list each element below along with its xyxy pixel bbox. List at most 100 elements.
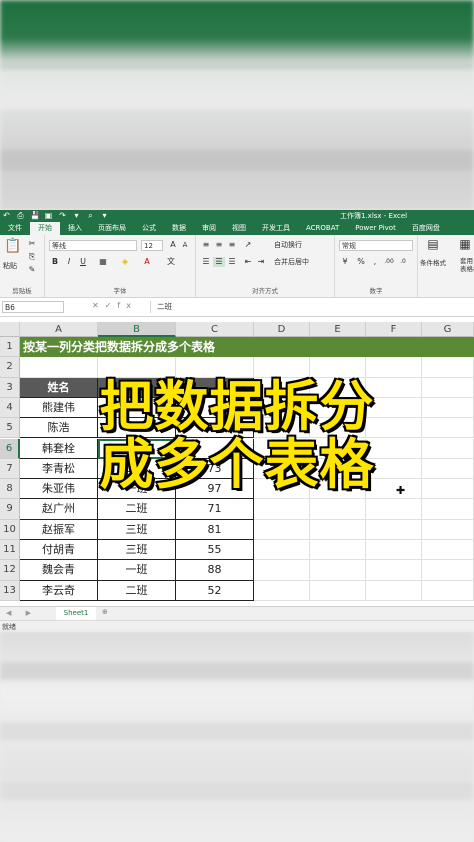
grid-cell[interactable] <box>310 499 366 520</box>
column-header[interactable]: A <box>20 322 98 337</box>
align-bottom-icon[interactable]: ≡ <box>226 240 238 250</box>
enter-icon[interactable]: ✓ <box>105 301 118 310</box>
sheet-nav-arrows[interactable]: ◀ ▶ <box>6 609 37 617</box>
grid-cell[interactable] <box>422 499 474 520</box>
ribbon-tab[interactable]: 页面布局 <box>90 222 134 235</box>
grid-cell[interactable] <box>422 580 474 601</box>
align-left-icon[interactable]: ☰ <box>200 257 212 267</box>
ribbon-tab[interactable]: Power Pivot <box>347 222 404 235</box>
table-cell[interactable]: 魏会青 <box>20 560 98 581</box>
grid-cell[interactable] <box>254 560 310 581</box>
column-header[interactable]: D <box>254 322 310 337</box>
copy-icon[interactable]: ⎘ <box>26 252 38 262</box>
wrap-text-button[interactable]: 自动换行 <box>274 240 302 250</box>
format-as-table-button[interactable]: 套用 表格格 <box>460 257 474 273</box>
increase-indent-icon[interactable]: ⇥ <box>255 257 267 267</box>
increase-decimal-icon[interactable]: .00 <box>383 257 395 267</box>
grid-cell[interactable] <box>254 499 310 520</box>
row-header[interactable]: 9 <box>0 499 20 520</box>
underline-button[interactable]: U <box>77 257 89 267</box>
table-cell[interactable]: 81 <box>176 519 254 540</box>
grid-cell[interactable] <box>422 560 474 581</box>
number-format-select[interactable]: 常规 <box>339 240 413 251</box>
ribbon-tab[interactable]: 插入 <box>60 222 90 235</box>
phonetic-icon[interactable]: 文 <box>165 257 177 267</box>
borders-icon[interactable]: ▦ <box>97 257 109 267</box>
grid-cell[interactable] <box>366 519 422 540</box>
table-cell[interactable]: 三班 <box>98 540 176 561</box>
align-top-icon[interactable]: ≡ <box>200 240 212 250</box>
table-cell[interactable]: 李云奇 <box>20 580 98 601</box>
font-color-icon[interactable]: A <box>141 257 153 267</box>
merge-center-button[interactable]: 合并后居中 <box>274 257 309 267</box>
increase-font-icon[interactable]: A <box>167 240 179 250</box>
grid-cell[interactable] <box>310 540 366 561</box>
column-header[interactable]: C <box>176 322 254 337</box>
quick-access-icon[interactable]: ↶ <box>2 211 11 220</box>
row-header[interactable]: 13 <box>0 580 20 601</box>
grid-cell[interactable] <box>366 540 422 561</box>
grid-cell[interactable] <box>422 540 474 561</box>
ribbon-tab[interactable]: 开发工具 <box>254 222 298 235</box>
percent-icon[interactable]: % <box>355 257 367 267</box>
table-cell[interactable]: 三班 <box>98 519 176 540</box>
column-header[interactable]: G <box>422 322 474 337</box>
table-cell[interactable]: 88 <box>176 560 254 581</box>
select-all-corner[interactable] <box>0 322 20 337</box>
font-name-select[interactable]: 等线 <box>49 240 137 251</box>
fill-color-icon[interactable]: ◈ <box>119 257 131 267</box>
grid-cell[interactable] <box>366 560 422 581</box>
quick-access-icon[interactable]: ⌕ <box>86 211 95 220</box>
ribbon-tab[interactable]: 文件 <box>0 222 30 235</box>
ribbon-tab[interactable]: 公式 <box>134 222 164 235</box>
table-cell[interactable]: 付胡青 <box>20 540 98 561</box>
table-cell[interactable]: 赵振军 <box>20 519 98 540</box>
comma-icon[interactable]: , <box>369 257 381 267</box>
name-box[interactable]: B6 <box>2 301 64 313</box>
formula-input[interactable]: 二班 <box>150 301 474 313</box>
table-cell[interactable]: 一班 <box>98 560 176 581</box>
table-cell[interactable]: 71 <box>176 499 254 520</box>
align-right-icon[interactable]: ☰ <box>226 257 238 267</box>
ribbon-tab[interactable]: 开始 <box>30 222 60 235</box>
column-header[interactable]: F <box>366 322 422 337</box>
ribbon-tab[interactable]: 视图 <box>224 222 254 235</box>
font-size-select[interactable]: 12 <box>141 240 163 251</box>
table-cell[interactable]: 赵广州 <box>20 499 98 520</box>
quick-access-icon[interactable]: ▾ <box>100 211 109 220</box>
decrease-font-icon[interactable]: A <box>179 240 191 250</box>
table-cell[interactable]: 55 <box>176 540 254 561</box>
column-header[interactable]: E <box>310 322 366 337</box>
paste-icon[interactable]: 📋 <box>4 239 21 253</box>
conditional-format-icon[interactable]: ▤ <box>426 238 440 250</box>
currency-icon[interactable]: ¥ <box>339 257 351 267</box>
quick-access-icon[interactable]: ↷ <box>58 211 67 220</box>
format-as-table-icon[interactable]: ▦ <box>458 238 472 250</box>
align-middle-icon[interactable]: ≡ <box>213 240 225 250</box>
paste-button[interactable]: 粘贴 <box>3 261 17 271</box>
grid-cell[interactable] <box>366 580 422 601</box>
decrease-indent-icon[interactable]: ⇤ <box>242 257 254 267</box>
row-header[interactable]: 11 <box>0 540 20 561</box>
align-center-icon[interactable]: ☰ <box>213 257 225 267</box>
add-sheet-icon[interactable]: ⊕ <box>102 608 108 616</box>
grid-cell[interactable] <box>310 519 366 540</box>
function-icon[interactable]: fx <box>117 301 137 310</box>
column-header[interactable]: B <box>98 322 176 337</box>
orientation-icon[interactable]: ↗ <box>242 240 254 250</box>
quick-access-icon[interactable]: ▣ <box>44 211 53 220</box>
row-header[interactable]: 1 <box>0 337 20 358</box>
row-header[interactable]: 12 <box>0 560 20 581</box>
grid-cell[interactable] <box>310 580 366 601</box>
ribbon-tab[interactable]: 百度网盘 <box>404 222 448 235</box>
table-cell[interactable]: 二班 <box>98 580 176 601</box>
quick-access-icon[interactable]: ▾ <box>72 211 81 220</box>
quick-access-icon[interactable]: 💾 <box>30 211 40 220</box>
grid-cell[interactable] <box>310 560 366 581</box>
bold-button[interactable]: B <box>49 257 61 267</box>
grid-cell[interactable] <box>366 499 422 520</box>
cut-icon[interactable]: ✂ <box>26 239 38 249</box>
ribbon-tab[interactable]: 审阅 <box>194 222 224 235</box>
grid-cell[interactable] <box>254 519 310 540</box>
cancel-icon[interactable]: ✕ <box>92 301 105 310</box>
